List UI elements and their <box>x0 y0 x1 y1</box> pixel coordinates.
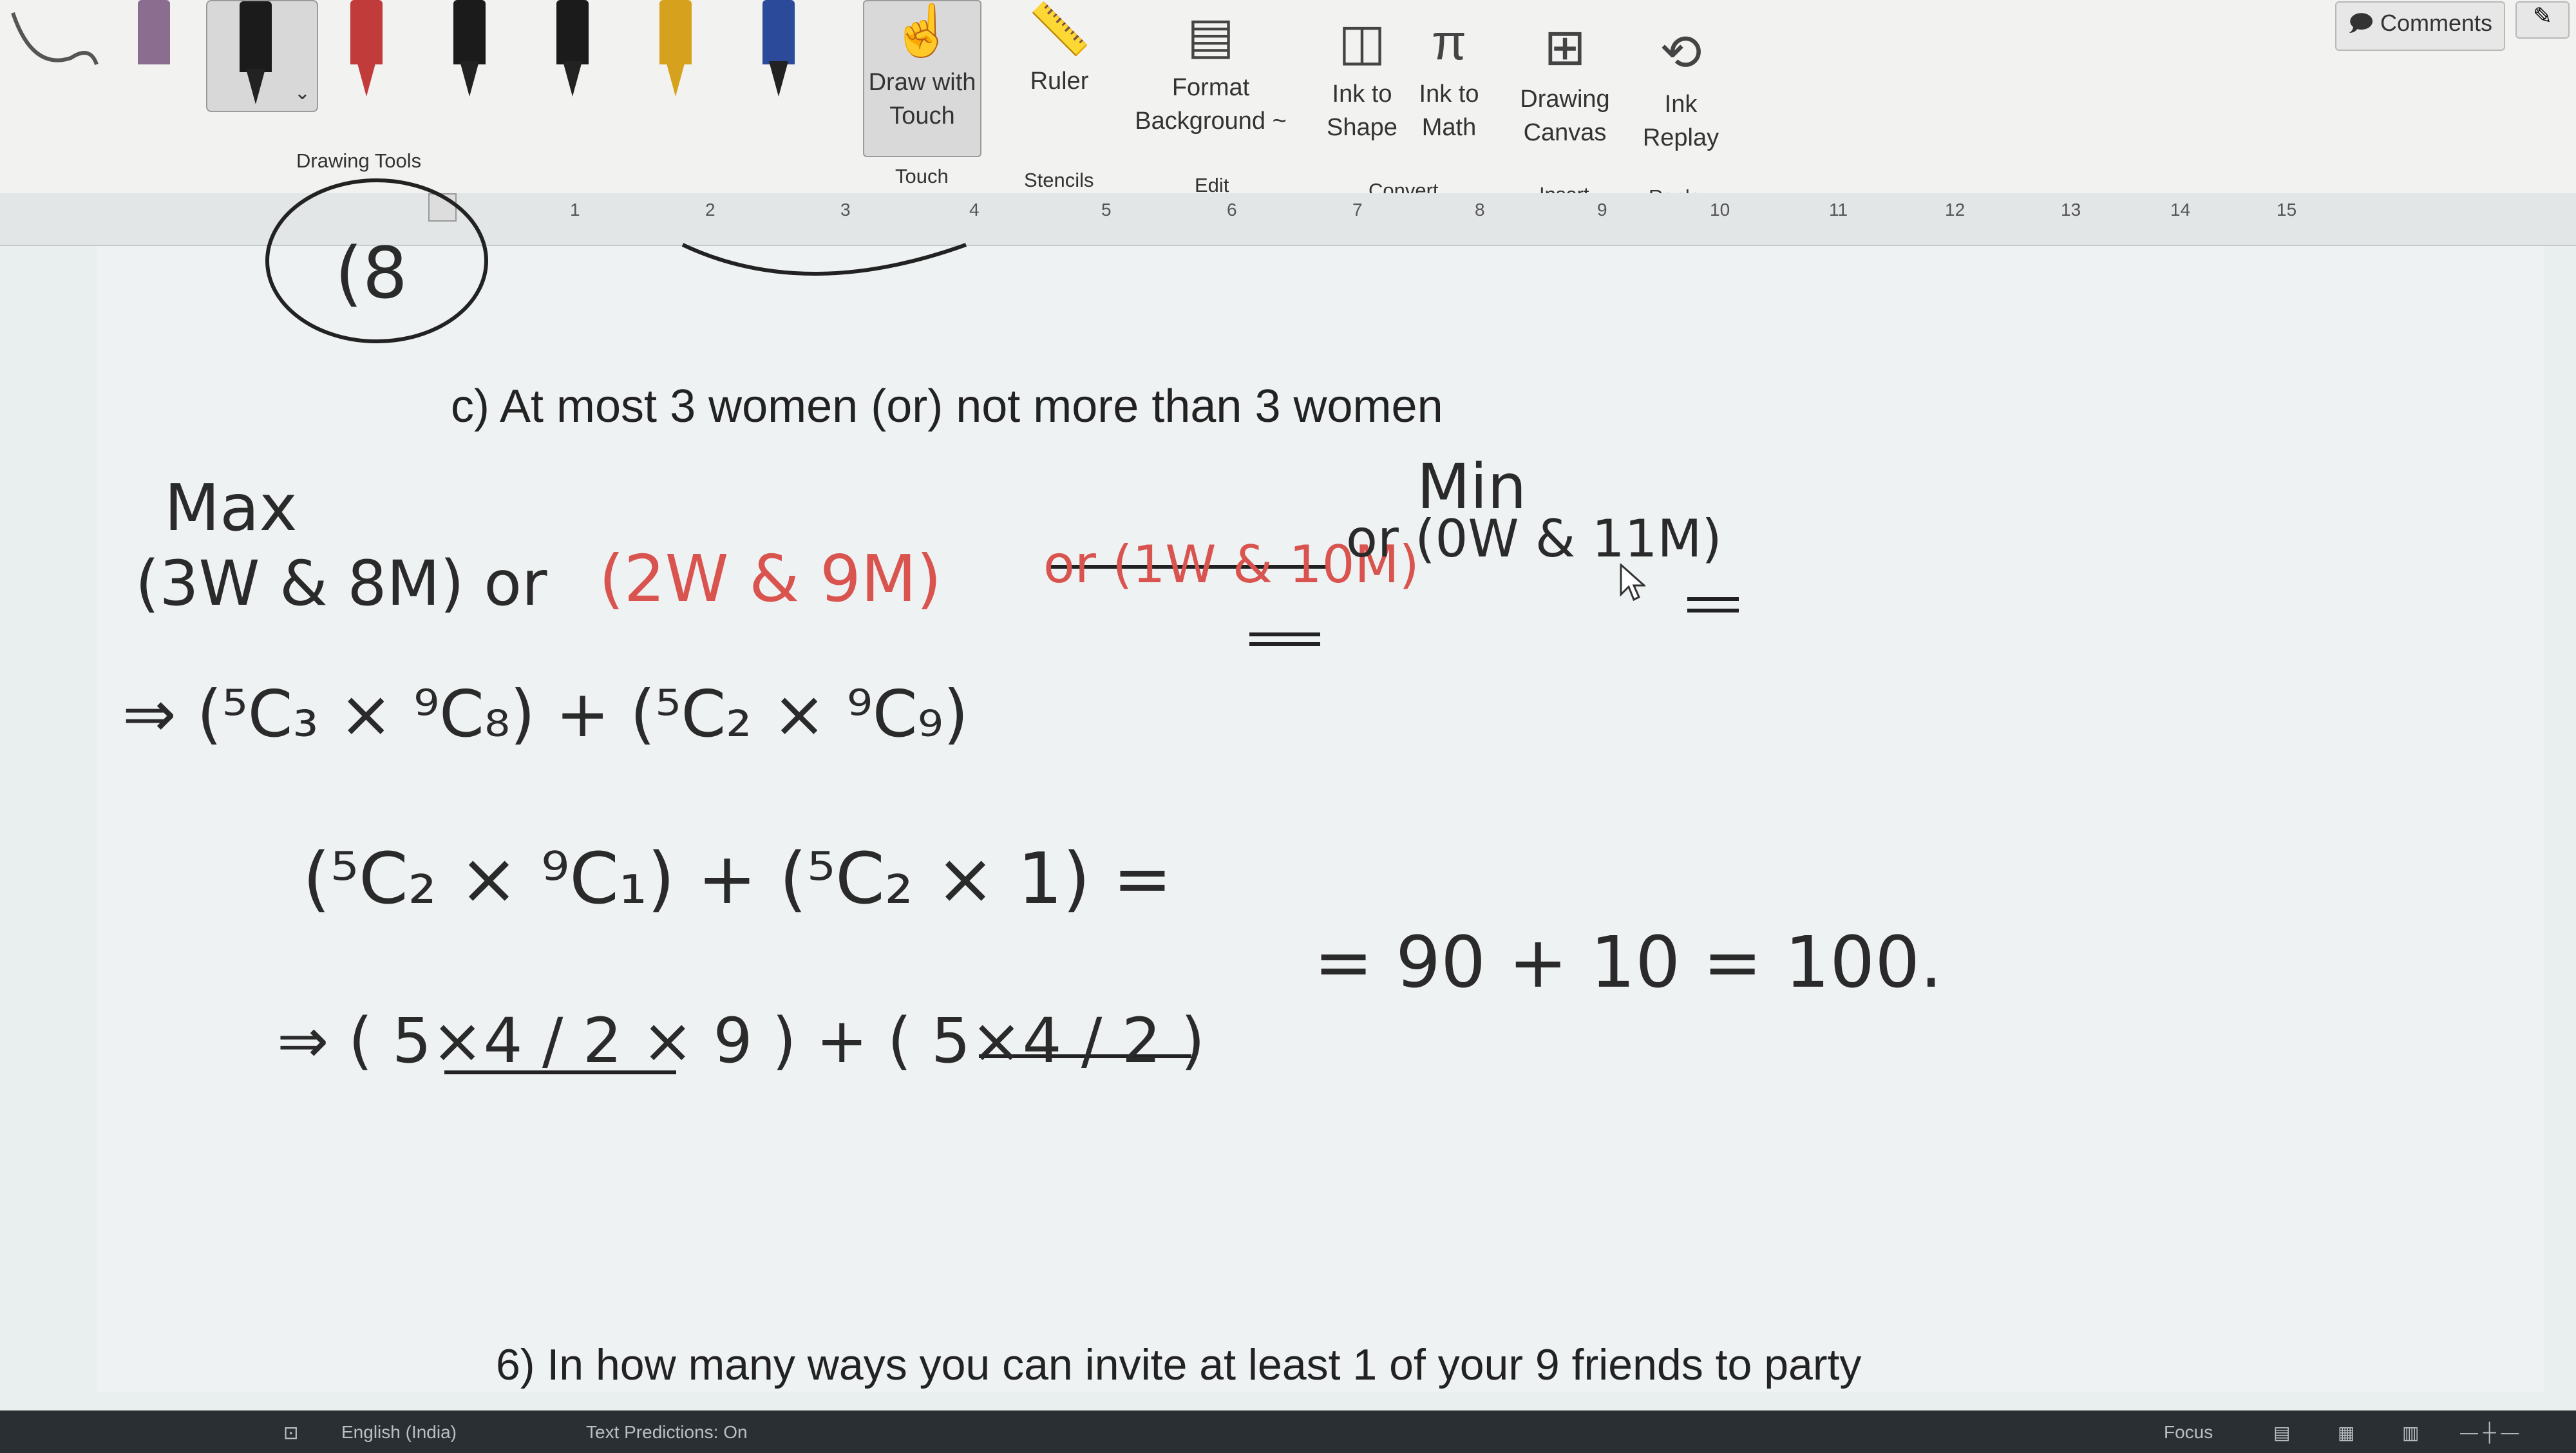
proofing-icon[interactable]: ⊡ <box>283 1422 298 1443</box>
read-mode-icon[interactable]: ▤ <box>2273 1422 2290 1443</box>
ink-arc <box>681 243 967 276</box>
ink-fragment: (8 <box>335 232 408 314</box>
zoom-slider[interactable]: — ┼ — <box>2460 1422 2519 1443</box>
ink-case-0w-11m: or (0W & 11M) <box>1346 509 1722 569</box>
question-6-text: 6) In how many ways you can invite at le… <box>496 1340 1862 1389</box>
ink-result: = 90 + 10 = 100. <box>1314 921 1943 1003</box>
ink-line-3: ⇒ ( 5×4 / 2 × 9 ) + ( 5×4 / 2 ) <box>277 1005 1205 1077</box>
text-predictions-status[interactable]: Text Predictions: On <box>586 1422 748 1443</box>
language-status[interactable]: English (India) <box>341 1422 457 1443</box>
print-layout-icon[interactable]: ▦ <box>2338 1422 2354 1443</box>
ink-line-2: (⁵C₂ × ⁹C₁) + (⁵C₂ × 1) = <box>303 837 1173 920</box>
ink-max-label: Max <box>164 470 298 546</box>
mouse-pointer-icon <box>1620 564 1645 602</box>
status-bar: ⊡ English (India) Text Predictions: On F… <box>0 1410 2576 1453</box>
web-layout-icon[interactable]: ▥ <box>2402 1422 2419 1443</box>
question-c-text: c) At most 3 women (or) not more than 3 … <box>451 381 1443 432</box>
ink-case-2w-9m: (2W & 9M) <box>599 541 942 616</box>
ink-line-1: ⇒ (⁵C₃ × ⁹C₈) + (⁵C₂ × ⁹C₉) <box>122 676 969 752</box>
focus-button[interactable]: Focus <box>2164 1422 2213 1443</box>
ink-case-3w-8m: (3W & 8M) or <box>135 547 547 620</box>
